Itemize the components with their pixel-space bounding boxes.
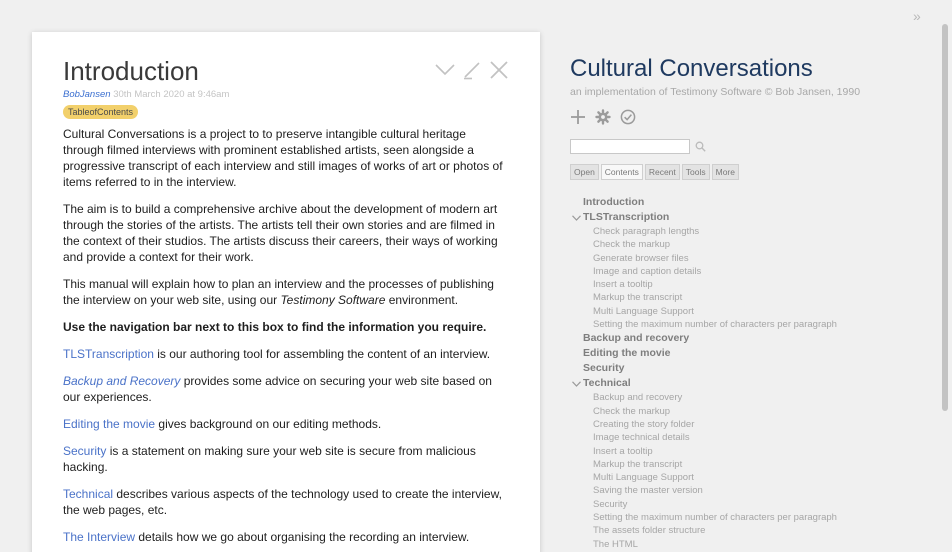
scrollbar[interactable] — [940, 24, 950, 552]
site-subtitle: an implementation of Testimony Software … — [570, 86, 861, 98]
tab-contents[interactable]: Contents — [600, 164, 643, 180]
interview-link[interactable]: The Interview — [63, 530, 135, 544]
toc-subitem[interactable]: Markup the transcript — [570, 291, 940, 304]
tiddler-body: Cultural Conversations is a project to t… — [63, 126, 503, 545]
toc-subitem[interactable]: Insert a tooltip — [570, 278, 940, 291]
toc-subitem[interactable]: Markup the transcript — [570, 458, 940, 471]
tiddler-date: 30th March 2020 at 9:46am — [113, 89, 230, 100]
paragraph: Backup and Recovery provides some advice… — [63, 374, 492, 404]
paragraph: Cultural Conversations is a project to t… — [63, 127, 503, 189]
paragraph: This manual will explain how to plan an … — [63, 277, 494, 307]
toc-item-technical[interactable]: Technical — [570, 376, 940, 391]
paragraph: The aim is to build a comprehensive arch… — [63, 202, 498, 264]
checkmark-circle-icon[interactable] — [620, 109, 636, 130]
paragraph: Editing the movie gives background on ou… — [63, 417, 382, 431]
toc-subitem[interactable]: Check the markup — [570, 238, 940, 251]
card-actions — [433, 58, 510, 81]
toc-subitem[interactable]: Backup and recovery — [570, 391, 940, 404]
sidebar-tabs: Open Contents Recent Tools More — [570, 164, 940, 180]
tiddler-card: Introduction BobJansen 30th March 2020 a… — [32, 32, 540, 552]
table-of-contents: Introduction TLSTranscription Check para… — [570, 195, 940, 551]
toc-subitem[interactable]: Image and caption details — [570, 265, 940, 278]
backup-recovery-link[interactable]: Backup and Recovery — [63, 374, 180, 388]
gear-icon[interactable] — [595, 108, 611, 130]
toc-subitem[interactable]: Generate browser files — [570, 252, 940, 265]
toc-subitem[interactable]: The assets folder structure — [570, 524, 940, 537]
tiddler-meta: BobJansen 30th March 2020 at 9:46am — [63, 89, 540, 100]
chevron-down-icon[interactable] — [570, 214, 583, 221]
tab-more[interactable]: More — [711, 164, 739, 180]
emphasis-text: Testimony Software — [280, 293, 386, 307]
paragraph: Security is a statement on making sure y… — [63, 444, 476, 474]
editing-movie-link[interactable]: Editing the movie — [63, 417, 155, 431]
toc-subitem[interactable]: Multi Language Support — [570, 305, 940, 318]
paragraph-bold: Use the navigation bar next to this box … — [63, 320, 487, 334]
toc-subitem[interactable]: Setting the maximum number of characters… — [570, 511, 940, 524]
site-title: Cultural Conversations — [570, 55, 813, 82]
toc-subitem[interactable]: Multi Language Support — [570, 471, 940, 484]
page-controls — [570, 108, 940, 130]
paragraph: The Interview details how we go about or… — [63, 530, 470, 544]
sidebar: Cultural Conversations an implementation… — [570, 55, 940, 551]
search-input[interactable] — [570, 139, 690, 154]
toc-subitem[interactable]: Saving the master version — [570, 484, 940, 497]
author-link[interactable]: BobJansen — [63, 89, 111, 100]
tab-open[interactable]: Open — [570, 164, 599, 180]
plus-icon[interactable] — [570, 109, 586, 130]
toc-item-introduction[interactable]: Introduction — [570, 195, 940, 210]
tab-recent[interactable]: Recent — [644, 164, 680, 180]
toc-item-tlstranscription[interactable]: TLSTranscription — [570, 210, 940, 225]
toc-subitem[interactable]: Check paragraph lengths — [570, 225, 940, 238]
chevron-down-icon[interactable] — [433, 58, 456, 81]
search-bar — [570, 139, 940, 154]
toc-subitem[interactable]: Insert a tooltip — [570, 445, 940, 458]
tlstranscription-link[interactable]: TLSTranscription — [63, 347, 154, 361]
edit-pencil-icon[interactable] — [460, 58, 483, 81]
chevron-down-icon[interactable] — [570, 381, 583, 387]
toc-item-security[interactable]: Security — [570, 361, 940, 376]
security-link[interactable]: Security — [63, 444, 106, 458]
toc-subitem[interactable]: Creating the story folder — [570, 418, 940, 431]
toc-subitem[interactable]: Image technical details — [570, 431, 940, 444]
toc-subitem[interactable]: The HTML — [570, 538, 940, 551]
paragraph: TLSTranscription is our authoring tool f… — [63, 347, 491, 361]
tab-tools[interactable]: Tools — [681, 164, 710, 180]
scrollbar-thumb[interactable] — [942, 24, 948, 411]
sidebar-toggle-icon[interactable]: » — [913, 8, 921, 24]
paragraph: Technical describes various aspects of t… — [63, 487, 502, 517]
tag-pill[interactable]: TableofContents — [63, 105, 139, 119]
toc-subitem[interactable]: Setting the maximum number of characters… — [570, 318, 940, 331]
search-icon[interactable] — [695, 141, 706, 152]
toc-subitem[interactable]: Security — [570, 498, 940, 511]
toc-item-editing-movie[interactable]: Editing the movie — [570, 346, 940, 361]
toc-item-backup-recovery[interactable]: Backup and recovery — [570, 331, 940, 346]
technical-link[interactable]: Technical — [63, 487, 113, 501]
close-icon[interactable] — [487, 58, 510, 81]
toc-subitem[interactable]: Check the markup — [570, 405, 940, 418]
